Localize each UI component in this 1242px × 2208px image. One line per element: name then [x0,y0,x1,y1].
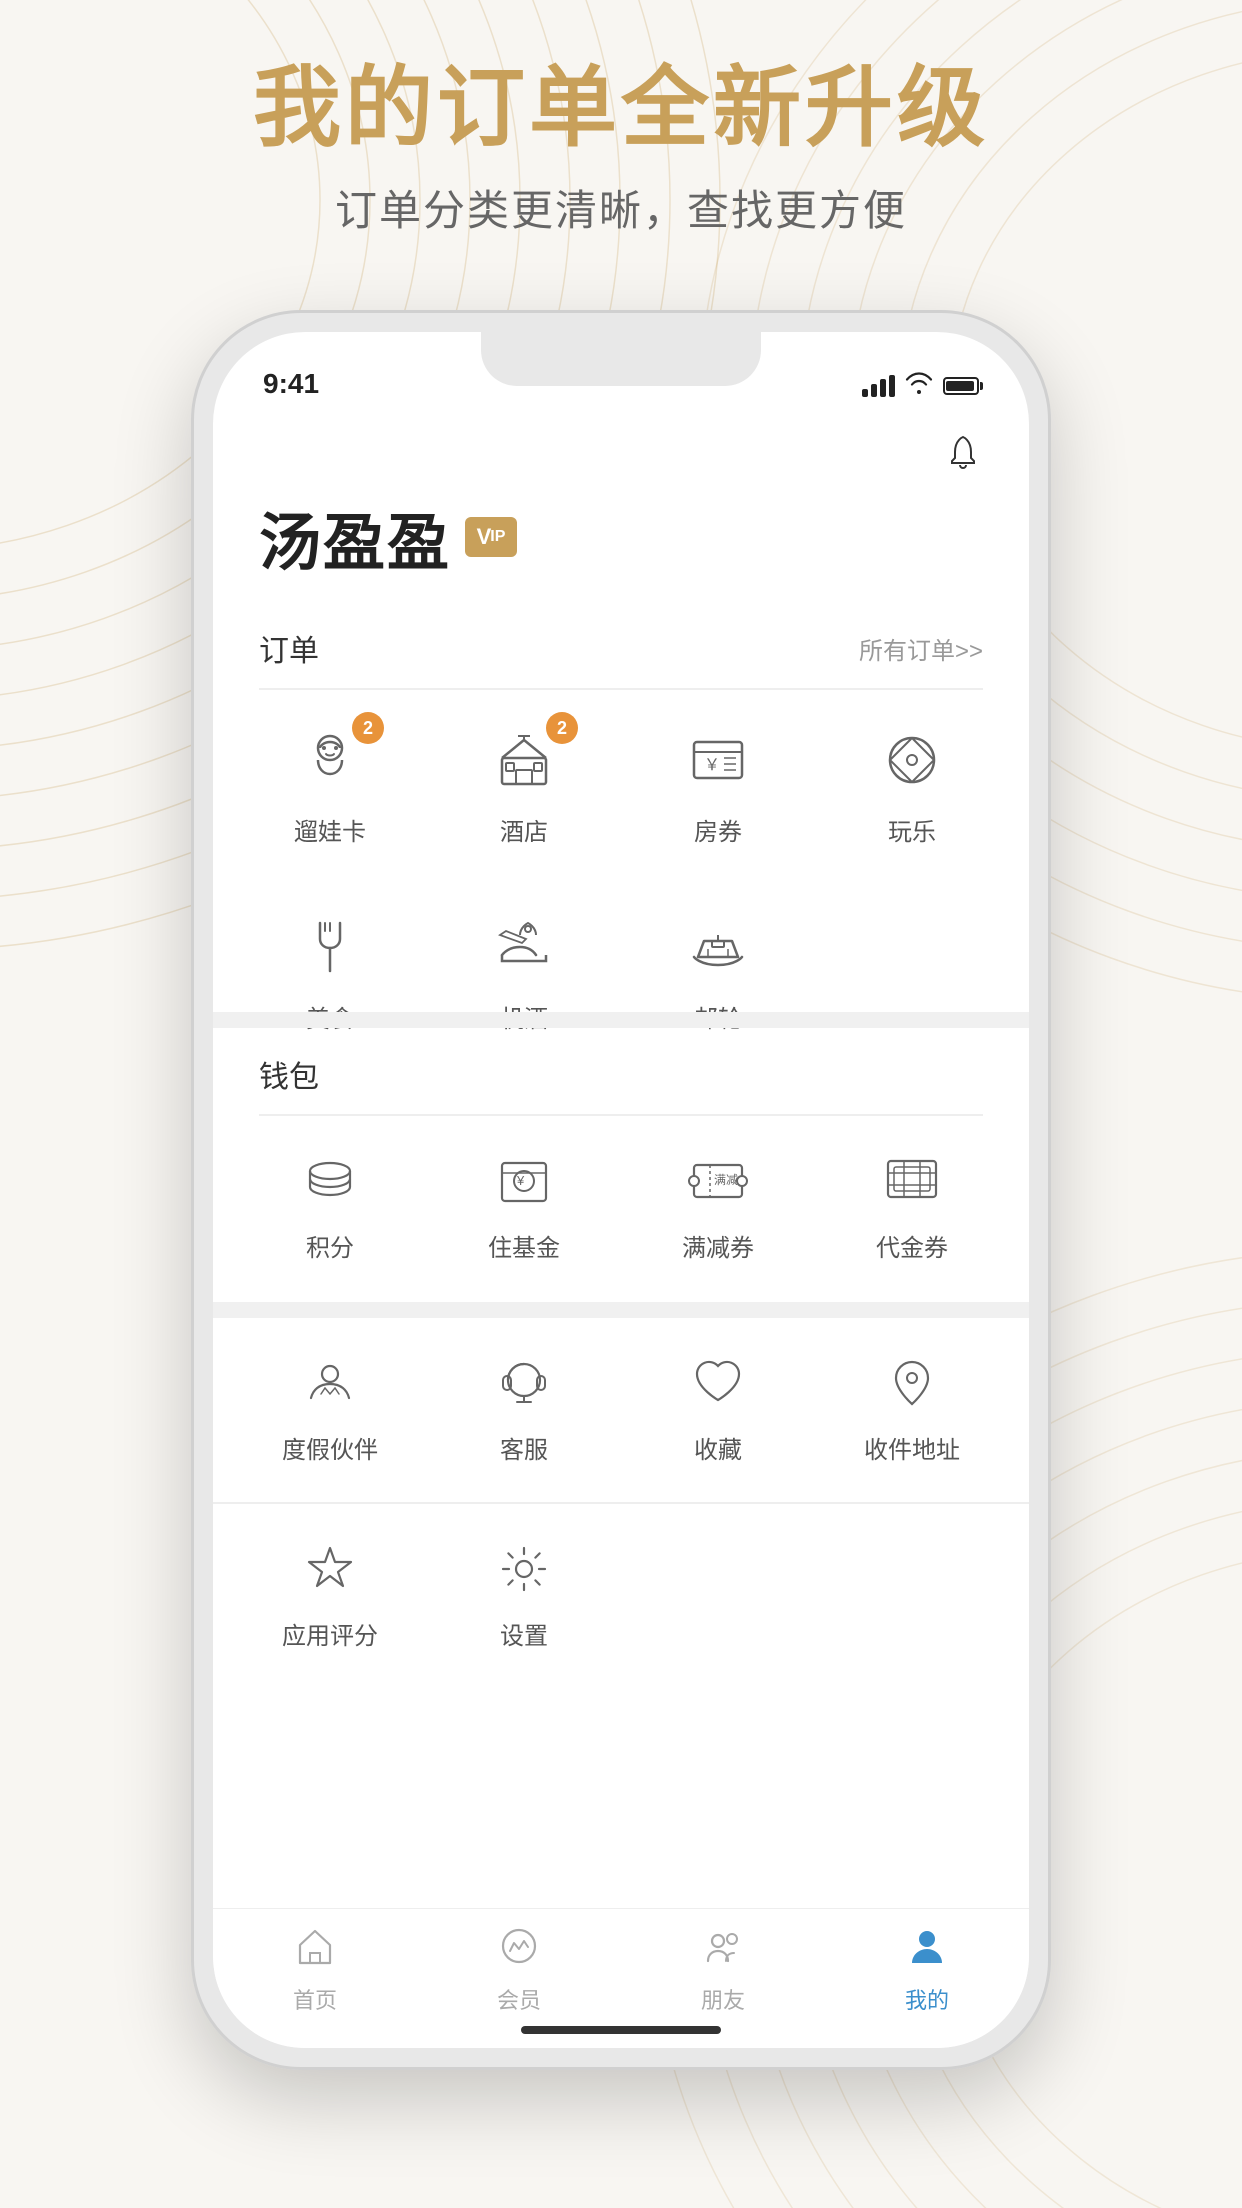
header-title: 我的订单全新升级 [0,60,1242,157]
wallet-label-housing-fund: 住基金 [488,1228,560,1263]
battery-icon [943,377,979,395]
wallet-header: 钱包 [213,1028,1029,1114]
orders-grid-row1: 2 遛娃卡 [213,690,1029,887]
wallet-item-discount[interactable]: 满减 满减券 [621,1126,815,1283]
order-item-baby-card[interactable]: 2 遛娃卡 [233,700,427,867]
wifi-icon [905,372,933,400]
badge-hotel: 2 [546,712,578,744]
header-area: 我的订单全新升级 订单分类更清晰，查找更方便 [0,60,1242,238]
service-item-vacation-partner[interactable]: 度假伙伴 [233,1328,427,1485]
member-nav-icon [498,1925,540,1977]
order-item-entertainment[interactable]: 玩乐 [815,700,1009,867]
status-time: 9:41 [263,368,319,400]
wallet-item-housing-fund[interactable]: ¥ 住基金 [427,1126,621,1283]
user-name-area: 汤盈盈 V IP [259,492,517,582]
nav-item-friends[interactable]: 朋友 [621,1925,825,2015]
home-nav-icon [294,1925,336,1977]
order-label-baby-card: 遛娃卡 [294,812,366,847]
wallet-grid: 积分 ¥ 住基金 [213,1116,1029,1303]
services-grid-row1: 度假伙伴 客服 [213,1318,1029,1495]
orders-section: 订单 所有订单>> [213,602,1029,1074]
user-name: 汤盈盈 [259,492,451,582]
services-section-row2: 应用评分 设置 [213,1504,1029,1681]
nav-label-mine: 我的 [905,1983,949,2015]
mine-nav-icon [906,1925,948,1977]
bell-button[interactable] [943,432,983,477]
vip-badge: V IP [465,517,517,557]
service-item-customer-service[interactable]: 客服 [427,1328,621,1485]
order-item-hotel[interactable]: 2 酒店 [427,700,621,867]
orders-title: 订单 [259,626,319,670]
nav-label-friends: 朋友 [701,1983,745,2015]
wallet-item-points[interactable]: 积分 [233,1126,427,1283]
service-item-address[interactable]: 收件地址 [815,1328,1009,1485]
status-icons [862,372,979,400]
section-separator-1 [213,1012,1029,1028]
nav-label-member: 会员 [497,1983,541,2015]
home-indicator [521,2026,721,2034]
service-label-favorites: 收藏 [694,1430,742,1465]
friends-nav-icon [702,1925,744,1977]
orders-section-header: 订单 所有订单>> [213,602,1029,688]
svg-text:满减: 满减 [714,1173,738,1187]
service-label-app-rating: 应用评分 [282,1616,378,1651]
service-item-app-rating[interactable]: 应用评分 [233,1514,427,1671]
services-section-row1: 度假伙伴 客服 [213,1318,1029,1495]
nav-item-member[interactable]: 会员 [417,1925,621,2015]
wallet-title: 钱包 [259,1052,319,1096]
wallet-section: 钱包 积分 [213,1028,1029,1303]
section-separator-2 [213,1302,1029,1318]
nav-item-home[interactable]: 首页 [213,1925,417,2015]
service-item-settings[interactable]: 设置 [427,1514,621,1671]
service-item-favorites[interactable]: 收藏 [621,1328,815,1485]
all-orders-link[interactable]: 所有订单>> [859,631,983,666]
phone-screen: 9:41 [213,332,1029,2048]
signal-icon [862,375,895,397]
screen-content: 汤盈盈 V IP 订单 所有订单>> [213,412,1029,2048]
services-grid-row2: 应用评分 设置 [213,1504,1029,1681]
order-label-hotel: 酒店 [500,812,548,847]
service-label-customer-service: 客服 [500,1430,548,1465]
svg-text:￥: ￥ [704,757,720,774]
wallet-label-points: 积分 [306,1228,354,1263]
nav-label-home: 首页 [293,1983,337,2015]
order-label-room-voucher: 房券 [694,812,742,847]
order-item-room-voucher[interactable]: ￥ 房券 [621,700,815,867]
service-label-settings: 设置 [500,1616,548,1651]
phone-frame: 9:41 [191,310,1051,2070]
phone-notch [481,332,761,386]
service-label-vacation-partner: 度假伙伴 [282,1430,378,1465]
badge-baby-card: 2 [352,712,384,744]
wallet-item-voucher[interactable]: 代金券 [815,1126,1009,1283]
nav-item-mine[interactable]: 我的 [825,1925,1029,2015]
wallet-label-discount: 满减券 [682,1228,754,1263]
order-label-entertainment: 玩乐 [888,812,936,847]
svg-text:¥: ¥ [516,1173,525,1188]
service-label-address: 收件地址 [864,1430,960,1465]
header-subtitle: 订单分类更清晰，查找更方便 [0,177,1242,238]
wallet-label-voucher: 代金券 [876,1228,948,1263]
